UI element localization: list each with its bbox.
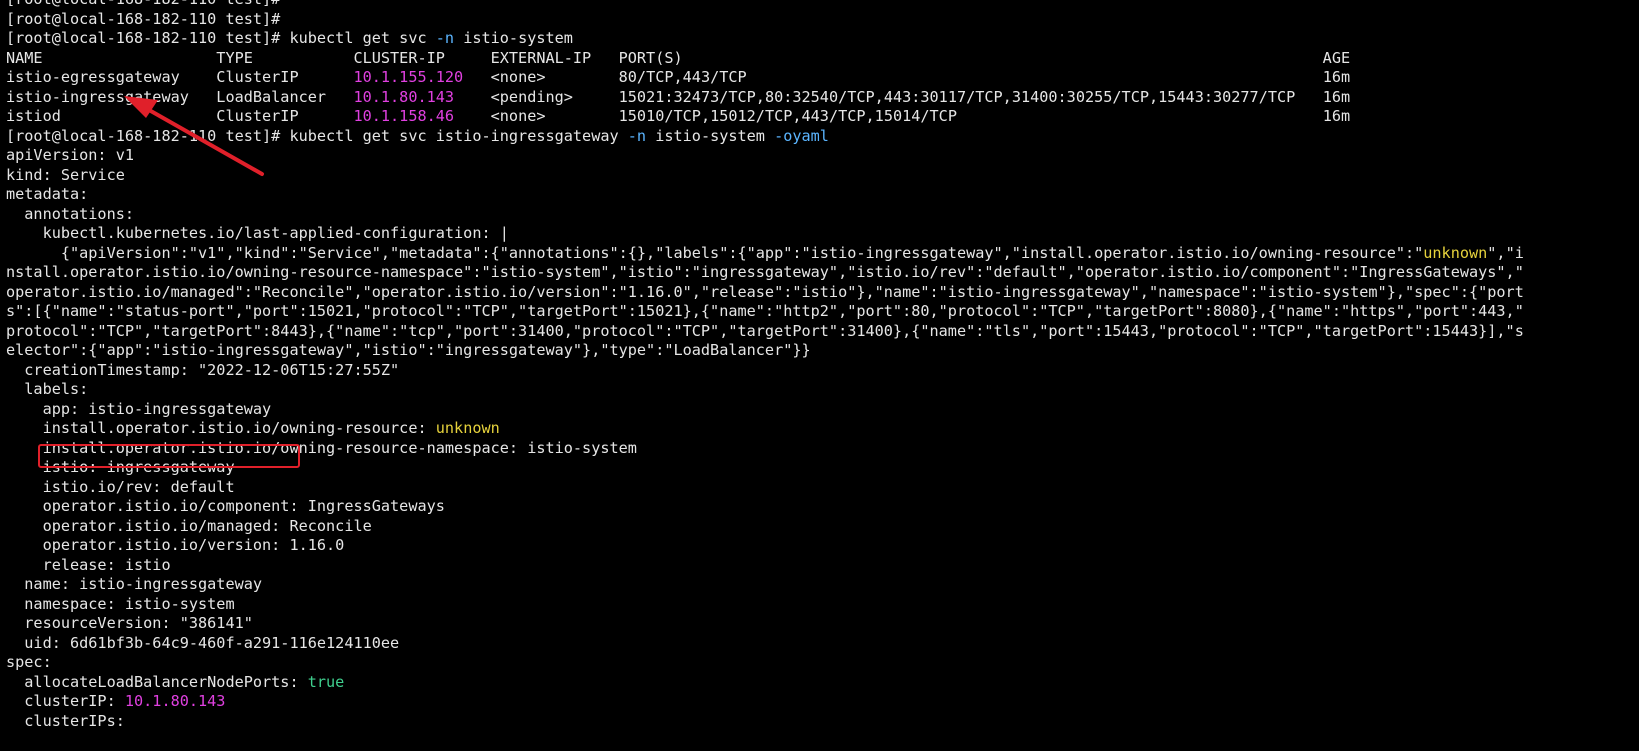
terminal-text: clusterIP: <box>6 692 125 710</box>
terminal-line: kubectl.kubernetes.io/last-applied-confi… <box>6 224 1639 244</box>
terminal-text: protocol":"TCP","targetPort":8443},{"nam… <box>6 321 1524 340</box>
terminal-line: [root@local-168-182-110 test]# <box>6 0 1639 10</box>
terminal-text: app: istio-ingressgateway <box>6 399 272 418</box>
terminal-line: creationTimestamp: "2022-12-06T15:27:55Z… <box>6 361 1639 381</box>
terminal-line: istio.io/rev: default <box>6 478 1639 498</box>
terminal-token-true: true <box>307 672 345 691</box>
terminal-token-ip: 10.1.80.143 <box>353 87 455 106</box>
terminal-text: <none> 15010/TCP,15012/TCP,443/TCP,15014… <box>454 107 1351 125</box>
terminal-line: resourceVersion: "386141" <box>6 614 1639 634</box>
terminal-line: protocol":"TCP","targetPort":8443},{"nam… <box>6 322 1639 342</box>
terminal-line: elector":{"app":"istio-ingressgateway","… <box>6 341 1639 361</box>
terminal-text: <none> 80/TCP,443/TCP 16m <box>463 68 1351 86</box>
terminal-text: namespace: istio-system <box>6 594 235 613</box>
terminal-text: istio-system <box>454 29 573 47</box>
terminal-token-ip: 10.1.155.120 <box>353 68 464 86</box>
terminal-line: NAME TYPE CLUSTER-IP EXTERNAL-IP PORT(S)… <box>6 49 1639 69</box>
terminal-line: istiod ClusterIP 10.1.158.46 <none> 1501… <box>6 107 1639 127</box>
terminal-text: install.operator.istio.io/owning-resourc… <box>6 419 436 437</box>
terminal-text: <pending> 15021:32473/TCP,80:32540/TCP,4… <box>454 87 1351 106</box>
terminal-token-flag: -oyaml <box>774 126 829 145</box>
terminal-text: kubectl.kubernetes.io/last-applied-confi… <box>6 224 509 242</box>
terminal-line: operator.istio.io/managed: Reconcile <box>6 517 1639 537</box>
terminal-token-unknown: unknown <box>435 419 500 437</box>
terminal-text: istio-egressgateway ClusterIP <box>6 68 354 86</box>
terminal-text: clusterIPs: <box>6 711 125 730</box>
terminal-text: s":[{"name":"status-port","port":15021,"… <box>6 302 1524 320</box>
terminal-line: uid: 6d61bf3b-64c9-460f-a291-116e124110e… <box>6 634 1639 654</box>
terminal-line: app: istio-ingressgateway <box>6 400 1639 420</box>
terminal-text: release: istio <box>6 555 171 574</box>
terminal-token-unknown: unknown <box>1423 243 1488 262</box>
terminal-text: spec: <box>6 653 52 671</box>
terminal-text: NAME TYPE CLUSTER-IP EXTERNAL-IP PORT(S)… <box>6 48 1351 67</box>
terminal-line: istio-ingressgateway LoadBalancer 10.1.8… <box>6 88 1639 108</box>
terminal-text: name: istio-ingressgateway <box>6 575 263 593</box>
terminal-text: apiVersion: v1 <box>6 146 135 164</box>
terminal-text: nstall.operator.istio.io/owning-resource… <box>6 263 1524 281</box>
terminal-line: release: istio <box>6 556 1639 576</box>
terminal-text: operator.istio.io/managed: Reconcile <box>6 516 372 535</box>
terminal-line: {"apiVersion":"v1","kind":"Service","met… <box>6 244 1639 264</box>
terminal-line: istio-egressgateway ClusterIP 10.1.155.1… <box>6 68 1639 88</box>
terminal-line: [root@local-168-182-110 test]# <box>6 10 1639 30</box>
terminal-line: operator.istio.io/version: 1.16.0 <box>6 536 1639 556</box>
terminal-line: spec: <box>6 653 1639 673</box>
terminal-text: operator.istio.io/version: 1.16.0 <box>6 536 345 554</box>
terminal-line: apiVersion: v1 <box>6 146 1639 166</box>
terminal-text: operator.istio.io/managed":"Reconcile","… <box>6 282 1524 301</box>
terminal-text: ","i <box>1487 243 1524 262</box>
terminal-line: clusterIPs: <box>6 712 1639 732</box>
terminal-text: [root@local-168-182-110 test]# <box>6 0 280 8</box>
terminal-text: [root@local-168-182-110 test]# kubectl g… <box>6 126 628 145</box>
terminal-line: labels: <box>6 380 1639 400</box>
terminal-text: kind: Service <box>6 165 125 184</box>
terminal-token-ip: 10.1.80.143 <box>124 692 226 710</box>
terminal-line: operator.istio.io/component: IngressGate… <box>6 497 1639 517</box>
terminal-text: istio-ingressgateway LoadBalancer <box>6 87 354 106</box>
terminal-line: clusterIP: 10.1.80.143 <box>6 692 1639 712</box>
terminal-line: s":[{"name":"status-port","port":15021,"… <box>6 302 1639 322</box>
terminal-line: kind: Service <box>6 166 1639 186</box>
terminal-line: operator.istio.io/managed":"Reconcile","… <box>6 283 1639 303</box>
terminal-line: nstall.operator.istio.io/owning-resource… <box>6 263 1639 283</box>
terminal-text: operator.istio.io/component: IngressGate… <box>6 497 445 515</box>
terminal-token-flag: -n <box>435 29 455 47</box>
terminal-line: namespace: istio-system <box>6 595 1639 615</box>
terminal-text: istio-system <box>646 126 775 145</box>
terminal-text: resourceVersion: "386141" <box>6 614 253 632</box>
terminal-line: install.operator.istio.io/owning-resourc… <box>6 419 1639 439</box>
terminal-token-flag: -n <box>627 126 647 145</box>
terminal-line: metadata: <box>6 185 1639 205</box>
terminal-text: istio.io/rev: default <box>6 477 235 496</box>
terminal-text: creationTimestamp: "2022-12-06T15:27:55Z… <box>6 360 400 379</box>
terminal-text: metadata: <box>6 185 89 203</box>
terminal-text: [root@local-168-182-110 test]# kubectl g… <box>6 29 436 47</box>
terminal-text: {"apiVersion":"v1","kind":"Service","met… <box>6 243 1424 262</box>
terminal-text: allocateLoadBalancerNodePorts: <box>6 672 308 691</box>
terminal-token-ip: 10.1.158.46 <box>353 107 455 125</box>
terminal-text: elector":{"app":"istio-ingressgateway","… <box>6 341 811 359</box>
terminal-text: uid: 6d61bf3b-64c9-460f-a291-116e124110e… <box>6 633 400 652</box>
terminal-text: istiod ClusterIP <box>6 107 354 125</box>
terminal-text: [root@local-168-182-110 test]# <box>6 9 281 28</box>
highlight-box-istio-label <box>38 444 300 468</box>
terminal-line: [root@local-168-182-110 test]# kubectl g… <box>6 127 1639 147</box>
terminal-output[interactable]: [root@local-168-182-110 test]# [root@loca… <box>6 0 1639 751</box>
terminal-text: annotations: <box>6 204 135 223</box>
terminal-text: labels: <box>6 380 89 398</box>
terminal-line: allocateLoadBalancerNodePorts: true <box>6 673 1639 693</box>
terminal-line: name: istio-ingressgateway <box>6 575 1639 595</box>
terminal-line: annotations: <box>6 205 1639 225</box>
terminal-line: [root@local-168-182-110 test]# kubectl g… <box>6 29 1639 49</box>
